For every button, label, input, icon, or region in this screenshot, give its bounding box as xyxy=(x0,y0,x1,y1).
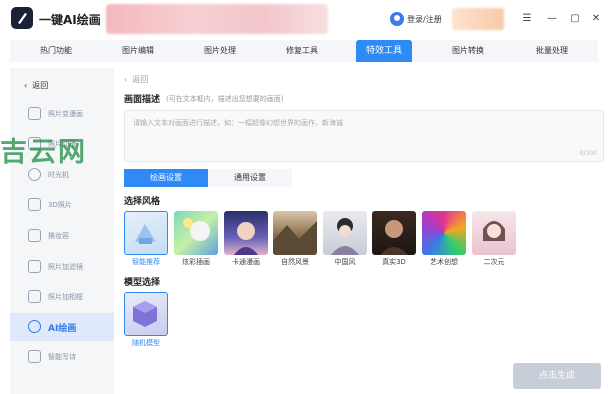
sidebar-item-ai-painting[interactable]: AI绘画 xyxy=(10,313,114,341)
style-thumb-anime xyxy=(472,211,516,255)
tab-hot[interactable]: 热门功能 xyxy=(18,40,94,62)
app-logo xyxy=(11,7,33,29)
model-title: 模型选择 xyxy=(124,278,161,288)
sidebar-item-label: 3D照片 xyxy=(48,201,72,209)
sidebar-back-button[interactable]: ‹ 返回 xyxy=(24,80,48,91)
style-label: 艺术创想 xyxy=(430,258,458,266)
main-back-button[interactable]: ‹ 返回 xyxy=(124,74,148,85)
main-back-label: 返回 xyxy=(132,75,149,84)
site-watermark: 吉云网 xyxy=(0,137,87,168)
sidebar-item-makeup[interactable]: 换妆容 xyxy=(10,222,114,250)
tab-repair-tools[interactable]: 修复工具 xyxy=(264,40,340,62)
title-bar: 一键AI绘画 登录/注册 ☰ — ▢ ✕ xyxy=(0,0,608,38)
sidebar-item-label: 换妆容 xyxy=(48,232,69,240)
style-label: 自然风景 xyxy=(281,258,309,266)
filter-icon xyxy=(28,260,41,273)
makeup-icon xyxy=(28,229,41,242)
model-thumb-random xyxy=(124,292,168,336)
sidebar-item-label: 时光机 xyxy=(48,171,69,179)
style-card-cartoon[interactable]: 卡通漫画 xyxy=(224,211,268,267)
style-label: 卡通漫画 xyxy=(232,258,260,266)
frame-icon xyxy=(28,290,41,303)
style-label: 智能推荐 xyxy=(132,258,160,266)
login-link[interactable]: 登录/注册 xyxy=(407,14,442,25)
category-tabs: 热门功能 图片编辑 图片处理 修复工具 特效工具 图片转换 批量处理 xyxy=(10,40,598,62)
photo-icon xyxy=(28,107,41,120)
style-card-art[interactable]: 艺术创想 xyxy=(422,211,466,267)
sidebar-item-photo-to-comic[interactable]: 照片变漫画 xyxy=(10,100,114,128)
style-thumb-landscape xyxy=(273,211,317,255)
char-counter: 0/300 xyxy=(579,150,597,157)
sidebar: ‹ 返回 照片变漫画 照片动漫 时光机 3D照片 换妆容 照片加滤镜 照片加相框 xyxy=(10,68,114,394)
prompt-textarea[interactable]: 请输入文本对画面进行描述，如：一幅超像幻想世界的画作，新海诚 0/300 xyxy=(124,110,604,162)
style-thumb-real-3d xyxy=(372,211,416,255)
style-thumb-art xyxy=(422,211,466,255)
sidebar-item-photo-filter[interactable]: 照片加滤镜 xyxy=(10,253,114,281)
describe-title: 画面描述 xyxy=(124,95,161,105)
avatar-icon[interactable] xyxy=(390,12,404,26)
tab-effects-tools[interactable]: 特效工具 xyxy=(356,40,412,62)
style-label: 二次元 xyxy=(483,258,505,266)
style-thumb-smart xyxy=(124,211,168,255)
menu-icon[interactable]: ☰ xyxy=(520,12,534,26)
vip-badge[interactable] xyxy=(452,8,504,30)
describe-hint: (可在文本框内，描述出您想要的画面) xyxy=(166,95,284,103)
tab-general-settings[interactable]: 通用设置 xyxy=(208,169,292,187)
model-card-random[interactable]: 随机模型 xyxy=(124,292,168,348)
style-label: 中国风 xyxy=(334,258,356,266)
style-card-landscape[interactable]: 自然风景 xyxy=(273,211,317,267)
style-thumb-colorful xyxy=(174,211,218,255)
style-card-colorful[interactable]: 炫彩插画 xyxy=(174,211,218,267)
sidebar-item-label: 照片加相框 xyxy=(48,293,83,301)
sidebar-item-label: 智能写诗 xyxy=(48,353,76,361)
clock-icon xyxy=(28,168,41,181)
style-title: 选择风格 xyxy=(124,197,161,207)
style-label: 炫彩插画 xyxy=(182,258,210,266)
tab-image-convert[interactable]: 图片转换 xyxy=(430,40,506,62)
promo-banner[interactable] xyxy=(106,4,328,34)
main-panel: ‹ 返回 画面描述 (可在文本框内，描述出您想要的画面) 请输入文本对画面进行描… xyxy=(114,68,608,394)
sidebar-item-label: AI绘画 xyxy=(48,324,77,334)
tab-batch-process[interactable]: 批量处理 xyxy=(514,40,590,62)
tab-image-process[interactable]: 图片处理 xyxy=(182,40,258,62)
cube-icon xyxy=(28,198,41,211)
style-thumb-chinese xyxy=(323,211,367,255)
model-label: 随机模型 xyxy=(132,339,160,347)
sidebar-item-smart-poem[interactable]: 智能写诗 xyxy=(10,343,114,371)
sidebar-item-label: 照片变漫画 xyxy=(48,110,83,118)
ai-icon xyxy=(28,320,41,333)
sidebar-item-photo-frame[interactable]: 照片加相框 xyxy=(10,283,114,311)
prompt-placeholder: 请输入文本对画面进行描述，如：一幅超像幻想世界的画作，新海诚 xyxy=(133,119,343,127)
style-card-anime[interactable]: 二次元 xyxy=(472,211,516,267)
sidebar-back-label: 返回 xyxy=(32,81,49,90)
maximize-icon[interactable]: ▢ xyxy=(568,12,582,26)
close-icon[interactable]: ✕ xyxy=(589,12,603,26)
app-title: 一键AI绘画 xyxy=(39,13,101,27)
sidebar-item-3d-photo[interactable]: 3D照片 xyxy=(10,191,114,219)
tab-image-edit[interactable]: 图片编辑 xyxy=(100,40,176,62)
style-label: 真实3D xyxy=(382,258,406,266)
style-card-chinese[interactable]: 中国风 xyxy=(323,211,367,267)
app-window: 一键AI绘画 登录/注册 ☰ — ▢ ✕ 热门功能 图片编辑 图片处理 修复工具… xyxy=(0,0,608,394)
settings-tabs: 绘画设置 通用设置 xyxy=(124,169,292,187)
sidebar-item-label: 照片加滤镜 xyxy=(48,263,83,271)
style-thumb-cartoon xyxy=(224,211,268,255)
tab-paint-settings[interactable]: 绘画设置 xyxy=(124,169,208,187)
style-card-real-3d[interactable]: 真实3D xyxy=(372,211,416,267)
generate-button[interactable]: 点击生成 xyxy=(513,363,601,389)
poem-icon xyxy=(28,350,41,363)
minimize-icon[interactable]: — xyxy=(545,12,559,26)
style-card-smart[interactable]: 智能推荐 xyxy=(124,211,168,267)
